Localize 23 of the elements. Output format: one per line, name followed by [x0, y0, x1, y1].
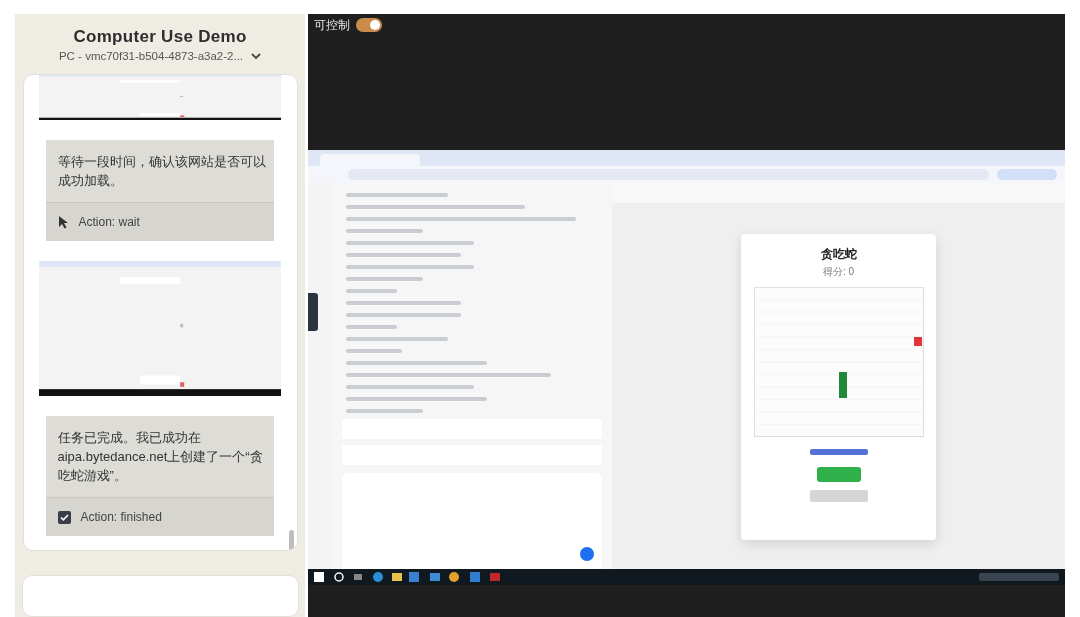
cursor-icon: [57, 215, 69, 229]
game-title: 贪吃蛇: [820, 246, 857, 263]
help-text: [809, 490, 868, 502]
app-title: Computer Use Demo: [73, 27, 247, 47]
control-toggle[interactable]: [356, 18, 382, 32]
update-button[interactable]: [997, 169, 1057, 180]
screenshot-thumbnail[interactable]: [38, 261, 281, 396]
start-hint: [809, 449, 868, 455]
blurred-text: [346, 349, 403, 353]
blurred-text: [346, 289, 398, 293]
machine-dropdown[interactable]: PC - vmc70f31-b504-4873-a3a2-2...: [58, 50, 262, 62]
control-label: 可控制: [314, 16, 350, 34]
action-label: Action: wait: [78, 215, 140, 229]
side-handle[interactable]: [308, 293, 318, 331]
chevron-down-icon: [251, 52, 262, 60]
checkbox-icon: [57, 510, 71, 524]
restart-button[interactable]: [816, 467, 861, 482]
blurred-text: [346, 325, 398, 329]
screenshot-thumbnail[interactable]: [38, 75, 281, 120]
send-button[interactable]: [580, 547, 594, 561]
chat-input[interactable]: [342, 473, 602, 569]
action-label: Action: finished: [80, 510, 162, 524]
score-label: 得分: 0: [822, 265, 855, 279]
